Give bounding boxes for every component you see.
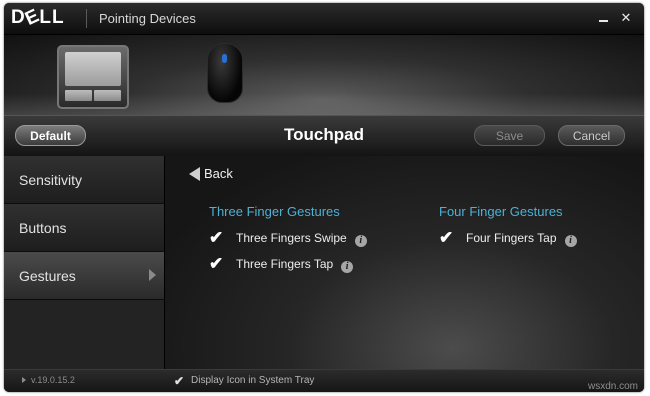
default-button[interactable]: Default [15, 125, 86, 146]
back-chevron-icon [189, 167, 200, 181]
option-label: Four Fingers Tap [466, 231, 557, 245]
back-label: Back [204, 166, 233, 181]
checkmark-icon: ✔ [174, 374, 185, 388]
touchpad-right-button [94, 90, 121, 101]
mouse-wheel [222, 54, 227, 63]
title-bar: DELL Pointing Devices ✕ [4, 3, 644, 35]
sidebar-item-gestures[interactable]: Gestures [4, 252, 164, 300]
save-button[interactable]: Save [474, 125, 545, 146]
watermark: wsxdn.com [587, 381, 638, 392]
version-info[interactable]: v.19.0.15.2 [22, 375, 75, 385]
version-label: v.19.0.15.2 [31, 375, 75, 385]
three-fingers-swipe-checkbox[interactable]: ✔ Three Fingers Swipe i [209, 228, 367, 248]
four-fingers-tap-checkbox[interactable]: ✔ Four Fingers Tap i [439, 228, 577, 248]
three-finger-group-title: Three Finger Gestures [209, 204, 340, 219]
checkmark-icon: ✔ [209, 228, 224, 247]
pointing-devices-window: DELL Pointing Devices ✕ Default Touchpad… [4, 3, 644, 392]
page-title: Touchpad [284, 125, 364, 144]
sidebar: Sensitivity Buttons Gestures [4, 156, 165, 369]
back-link[interactable]: Back [187, 165, 233, 183]
info-icon[interactable]: i [341, 261, 354, 273]
option-label: Three Fingers Swipe [236, 231, 347, 245]
mouse-device-icon[interactable] [207, 43, 243, 103]
minimize-icon [599, 20, 608, 22]
sidebar-item-label: Sensitivity [19, 172, 83, 188]
info-icon[interactable]: i [354, 235, 367, 247]
dell-logo: DELL [11, 5, 65, 30]
title-separator [86, 9, 87, 28]
minimize-button[interactable] [596, 10, 612, 26]
status-bar: v.19.0.15.2 ✔ Display Icon in System Tra… [4, 369, 644, 392]
cancel-button[interactable]: Cancel [558, 125, 625, 146]
device-banner [4, 35, 644, 115]
touchpad-left-button [65, 90, 92, 101]
close-button[interactable]: ✕ [618, 10, 634, 26]
gestures-panel: Back Three Finger Gestures ✔ Three Finge… [165, 156, 644, 369]
touchpad-surface [65, 52, 121, 86]
close-icon: ✕ [620, 10, 632, 25]
expand-arrow-icon [22, 377, 26, 383]
option-label: Three Fingers Tap [236, 257, 334, 271]
system-tray-label: Display Icon in System Tray [191, 375, 315, 386]
four-finger-group-title: Four Finger Gestures [439, 204, 563, 219]
sidebar-item-label: Buttons [19, 220, 67, 236]
checkmark-icon: ✔ [209, 254, 224, 273]
system-tray-checkbox[interactable]: ✔ Display Icon in System Tray [174, 374, 314, 388]
window-title: Pointing Devices [99, 11, 196, 26]
sidebar-item-buttons[interactable]: Buttons [4, 204, 164, 252]
info-icon[interactable]: i [564, 235, 577, 247]
sidebar-item-sensitivity[interactable]: Sensitivity [4, 156, 164, 204]
touchpad-device-icon[interactable] [57, 45, 129, 109]
chevron-right-icon [149, 269, 156, 281]
sidebar-item-label: Gestures [19, 268, 76, 284]
toolbar: Default Touchpad Save Cancel [4, 115, 644, 157]
checkmark-icon: ✔ [439, 228, 454, 247]
three-fingers-tap-checkbox[interactable]: ✔ Three Fingers Tap i [209, 254, 354, 274]
